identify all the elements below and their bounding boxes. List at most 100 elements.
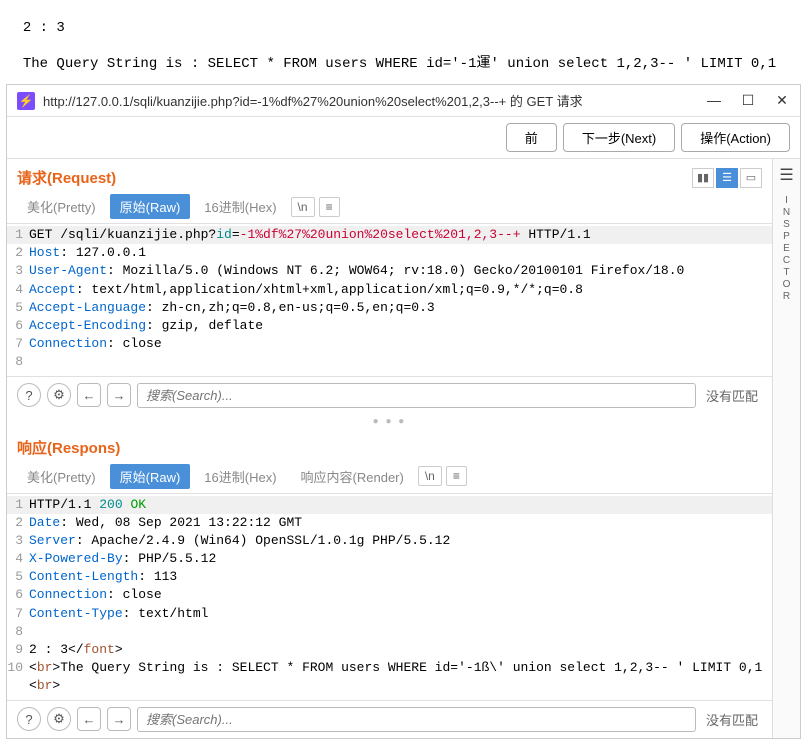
bg-line1: 2 : 3 (23, 20, 65, 36)
line-number: 2 (7, 244, 29, 262)
inspector-window: ⚡ http://127.0.0.1/sqli/kuanzijie.php?id… (6, 84, 801, 739)
pane-divider[interactable]: ● ● ● (7, 414, 772, 429)
newline-toggle-resp[interactable]: \n (418, 466, 442, 486)
arrow-left-icon[interactable]: ← (77, 383, 101, 407)
close-button[interactable]: ✕ (774, 92, 790, 109)
request-code[interactable]: 1GET /sqli/kuanzijie.php?id=-1%df%27%20u… (7, 224, 772, 376)
help-icon[interactable]: ? (17, 383, 41, 407)
line-text: Content-Type: text/html (29, 605, 772, 623)
line-text: <br>The Query String is : SELECT * FROM … (29, 659, 772, 695)
code-line: 7Connection: close (7, 335, 772, 353)
code-line: 92 : 3</font> (7, 641, 772, 659)
line-number: 3 (7, 532, 29, 550)
search-input[interactable] (137, 383, 696, 408)
request-searchbar: ? ⚙ ← → 没有匹配 (7, 376, 772, 414)
side-panel: ☰ INSPECTOR (772, 159, 800, 738)
line-number: 5 (7, 568, 29, 586)
arrow-right-icon[interactable]: → (107, 383, 131, 407)
gear-icon-resp[interactable]: ⚙ (47, 707, 71, 731)
tab-pretty-resp[interactable]: 美化(Pretty) (17, 464, 106, 489)
line-text: X-Powered-By: PHP/5.5.12 (29, 550, 772, 568)
tab-render-resp[interactable]: 响应内容(Render) (291, 464, 414, 489)
help-icon-resp[interactable]: ? (17, 707, 41, 731)
tab-hex[interactable]: 16进制(Hex) (194, 194, 286, 219)
arrow-right-icon-resp[interactable]: → (107, 707, 131, 731)
titlebar: ⚡ http://127.0.0.1/sqli/kuanzijie.php?id… (7, 85, 800, 117)
line-text: 2 : 3</font> (29, 641, 772, 659)
line-number: 7 (7, 605, 29, 623)
gear-icon[interactable]: ⚙ (47, 383, 71, 407)
line-number: 9 (7, 641, 29, 659)
line-number: 6 (7, 317, 29, 335)
bolt-icon: ⚡ (17, 92, 35, 110)
line-number: 1 (7, 226, 29, 244)
code-line: 1GET /sqli/kuanzijie.php?id=-1%df%27%20u… (7, 226, 772, 244)
response-title: 响应(Respons) (17, 437, 762, 458)
code-line: 6Connection: close (7, 586, 772, 604)
line-text: HTTP/1.1 200 OK (29, 496, 772, 514)
line-number: 10 (7, 659, 29, 695)
line-number: 6 (7, 586, 29, 604)
code-line: 8 (7, 623, 772, 641)
line-text: Connection: close (29, 335, 772, 353)
response-searchbar: ? ⚙ ← → 没有匹配 (7, 700, 772, 738)
response-code[interactable]: 1HTTP/1.1 200 OK2Date: Wed, 08 Sep 2021 … (7, 494, 772, 700)
layout-columns-icon[interactable]: ▮▮ (692, 168, 714, 188)
code-line: 3User-Agent: Mozilla/5.0 (Windows NT 6.2… (7, 262, 772, 280)
request-tabs: 美化(Pretty) 原始(Raw) 16进制(Hex) \n ≡ (7, 192, 772, 224)
tab-hex-resp[interactable]: 16进制(Hex) (194, 464, 286, 489)
code-line: 8 (7, 353, 772, 371)
search-input-resp[interactable] (137, 707, 696, 732)
code-line: 10<br>The Query String is : SELECT * FRO… (7, 659, 772, 695)
layout-icons: ▮▮ ☰ ▭ (692, 168, 762, 188)
response-tabs: 美化(Pretty) 原始(Raw) 16进制(Hex) 响应内容(Render… (7, 462, 772, 494)
line-number: 8 (7, 353, 29, 371)
tab-raw-resp[interactable]: 原始(Raw) (110, 464, 191, 489)
code-line: 1HTTP/1.1 200 OK (7, 496, 772, 514)
arrow-left-icon-resp[interactable]: ← (77, 707, 101, 731)
line-text: Date: Wed, 08 Sep 2021 13:22:12 GMT (29, 514, 772, 532)
line-text (29, 353, 772, 371)
bg-line2: The Query String is : SELECT * FROM user… (23, 56, 776, 72)
code-line: 7Content-Type: text/html (7, 605, 772, 623)
code-line: 2Host: 127.0.0.1 (7, 244, 772, 262)
code-line: 2Date: Wed, 08 Sep 2021 13:22:12 GMT (7, 514, 772, 532)
line-text: GET /sqli/kuanzijie.php?id=-1%df%27%20un… (29, 226, 772, 244)
newline-toggle[interactable]: \n (291, 197, 315, 217)
line-text (29, 623, 772, 641)
prev-button[interactable]: 前 (506, 123, 557, 152)
minimize-button[interactable]: — (706, 92, 722, 109)
tab-pretty[interactable]: 美化(Pretty) (17, 194, 106, 219)
line-text: User-Agent: Mozilla/5.0 (Windows NT 6.2;… (29, 262, 772, 280)
inspector-label[interactable]: INSPECTOR (781, 195, 792, 303)
line-number: 1 (7, 496, 29, 514)
code-line: 4X-Powered-By: PHP/5.5.12 (7, 550, 772, 568)
line-text: Server: Apache/2.4.9 (Win64) OpenSSL/1.0… (29, 532, 772, 550)
layout-rows-icon[interactable]: ☰ (716, 168, 738, 188)
code-line: 5Content-Length: 113 (7, 568, 772, 586)
line-number: 8 (7, 623, 29, 641)
line-text: Host: 127.0.0.1 (29, 244, 772, 262)
layout-single-icon[interactable]: ▭ (740, 168, 762, 188)
line-text: Accept: text/html,application/xhtml+xml,… (29, 281, 772, 299)
line-text: Content-Length: 113 (29, 568, 772, 586)
code-line: 5Accept-Language: zh-cn,zh;q=0.8,en-us;q… (7, 299, 772, 317)
code-line: 6Accept-Encoding: gzip, deflate (7, 317, 772, 335)
burger-icon[interactable]: ☰ (779, 165, 793, 185)
request-title: 请求(Request) (17, 167, 692, 188)
background-output: 2 : 3 The Query String is : SELECT * FRO… (0, 0, 807, 76)
request-menu-icon[interactable]: ≡ (319, 197, 340, 217)
request-header: 请求(Request) ▮▮ ☰ ▭ (7, 159, 772, 192)
code-line: 3Server: Apache/2.4.9 (Win64) OpenSSL/1.… (7, 532, 772, 550)
response-menu-icon[interactable]: ≡ (446, 466, 467, 486)
tab-raw[interactable]: 原始(Raw) (110, 194, 191, 219)
next-button[interactable]: 下一步(Next) (563, 123, 675, 152)
line-text: Accept-Language: zh-cn,zh;q=0.8,en-us;q=… (29, 299, 772, 317)
action-button[interactable]: 操作(Action) (681, 123, 790, 152)
maximize-button[interactable]: ☐ (740, 92, 756, 109)
line-number: 2 (7, 514, 29, 532)
response-header: 响应(Respons) (7, 429, 772, 462)
line-text: Accept-Encoding: gzip, deflate (29, 317, 772, 335)
code-line: 4Accept: text/html,application/xhtml+xml… (7, 281, 772, 299)
toolbar: 前 下一步(Next) 操作(Action) (7, 117, 800, 159)
